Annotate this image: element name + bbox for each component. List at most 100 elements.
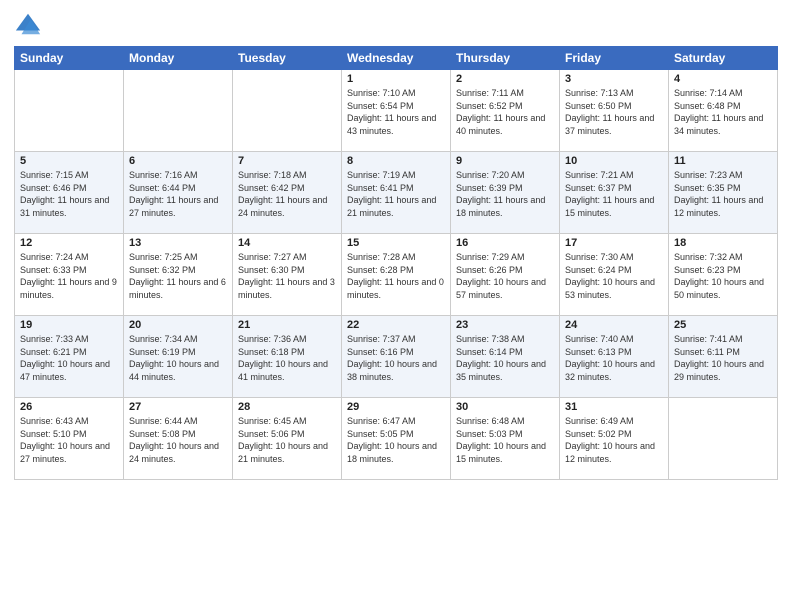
day-info: Sunrise: 6:43 AM Sunset: 5:10 PM Dayligh…: [20, 415, 118, 465]
day-number: 17: [565, 237, 663, 249]
day-number: 4: [674, 73, 772, 85]
day-cell: 25 Sunrise: 7:41 AM Sunset: 6:11 PM Dayli…: [669, 316, 778, 398]
calendar-table: SundayMondayTuesdayWednesdayThursdayFrid…: [14, 46, 778, 480]
day-info: Sunrise: 7:16 AM Sunset: 6:44 PM Dayligh…: [129, 169, 227, 219]
day-cell: 11 Sunrise: 7:23 AM Sunset: 6:35 PM Dayli…: [669, 152, 778, 234]
day-number: 11: [674, 155, 772, 167]
day-cell: 1 Sunrise: 7:10 AM Sunset: 6:54 PM Daylig…: [342, 70, 451, 152]
day-cell: 24 Sunrise: 7:40 AM Sunset: 6:13 PM Dayli…: [560, 316, 669, 398]
day-info: Sunrise: 7:27 AM Sunset: 6:30 PM Dayligh…: [238, 251, 336, 301]
day-cell: 14 Sunrise: 7:27 AM Sunset: 6:30 PM Dayli…: [233, 234, 342, 316]
day-info: Sunrise: 7:23 AM Sunset: 6:35 PM Dayligh…: [674, 169, 772, 219]
day-info: Sunrise: 7:30 AM Sunset: 6:24 PM Dayligh…: [565, 251, 663, 301]
day-cell: [233, 70, 342, 152]
day-number: 21: [238, 319, 336, 331]
day-number: 31: [565, 401, 663, 413]
week-row: 19Sunrise: 7:33 AM Sunset: 6:21 PM Dayli…: [15, 316, 778, 398]
week-row: 12 Sunrise: 7:24 AM Sunset: 6:33 PM Dayli…: [15, 234, 778, 316]
day-cell: 30Sunrise: 6:48 AM Sunset: 5:03 PM Dayli…: [451, 398, 560, 480]
day-number: 12: [20, 237, 118, 249]
day-number: 5: [20, 155, 118, 167]
day-number: 2: [456, 73, 554, 85]
day-cell: 27 Sunrise: 6:44 AM Sunset: 5:08 PM Dayli…: [124, 398, 233, 480]
day-number: 7: [238, 155, 336, 167]
day-number: 13: [129, 237, 227, 249]
header-day: Monday: [124, 47, 233, 70]
day-cell: 31 Sunrise: 6:49 AM Sunset: 5:02 PM Dayli…: [560, 398, 669, 480]
day-info: Sunrise: 6:47 AM Sunset: 5:05 PM Dayligh…: [347, 415, 445, 465]
day-info: Sunrise: 7:14 AM Sunset: 6:48 PM Dayligh…: [674, 87, 772, 137]
day-info: Sunrise: 7:36 AM Sunset: 6:18 PM Dayligh…: [238, 333, 336, 383]
day-info: Sunrise: 7:20 AM Sunset: 6:39 PM Dayligh…: [456, 169, 554, 219]
day-info: Sunrise: 7:18 AM Sunset: 6:42 PM Dayligh…: [238, 169, 336, 219]
page: SundayMondayTuesdayWednesdayThursdayFrid…: [0, 0, 792, 612]
day-cell: 7 Sunrise: 7:18 AM Sunset: 6:42 PM Daylig…: [233, 152, 342, 234]
day-info: Sunrise: 7:24 AM Sunset: 6:33 PM Dayligh…: [20, 251, 118, 301]
day-number: 6: [129, 155, 227, 167]
day-cell: 6 Sunrise: 7:16 AM Sunset: 6:44 PM Daylig…: [124, 152, 233, 234]
day-number: 28: [238, 401, 336, 413]
header-day: Thursday: [451, 47, 560, 70]
day-cell: 26 Sunrise: 6:43 AM Sunset: 5:10 PM Dayli…: [15, 398, 124, 480]
day-number: 27: [129, 401, 227, 413]
day-number: 1: [347, 73, 445, 85]
day-info: Sunrise: 7:34 AM Sunset: 6:19 PM Dayligh…: [129, 333, 227, 383]
header: [14, 10, 778, 38]
day-info: Sunrise: 6:45 AM Sunset: 5:06 PM Dayligh…: [238, 415, 336, 465]
day-cell: 28 Sunrise: 6:45 AM Sunset: 5:06 PM Dayli…: [233, 398, 342, 480]
day-info: Sunrise: 7:15 AM Sunset: 6:46 PM Dayligh…: [20, 169, 118, 219]
logo-icon: [14, 10, 42, 38]
day-cell: 9 Sunrise: 7:20 AM Sunset: 6:39 PM Daylig…: [451, 152, 560, 234]
day-cell: 20 Sunrise: 7:34 AM Sunset: 6:19 PM Dayli…: [124, 316, 233, 398]
header-day: Wednesday: [342, 47, 451, 70]
day-number: 8: [347, 155, 445, 167]
header-day: Friday: [560, 47, 669, 70]
day-cell: 22Sunrise: 7:37 AM Sunset: 6:16 PM Dayli…: [342, 316, 451, 398]
day-info: Sunrise: 7:28 AM Sunset: 6:28 PM Dayligh…: [347, 251, 445, 301]
day-info: Sunrise: 6:44 AM Sunset: 5:08 PM Dayligh…: [129, 415, 227, 465]
week-row: 26 Sunrise: 6:43 AM Sunset: 5:10 PM Dayli…: [15, 398, 778, 480]
day-cell: 5 Sunrise: 7:15 AM Sunset: 6:46 PM Daylig…: [15, 152, 124, 234]
day-info: Sunrise: 7:13 AM Sunset: 6:50 PM Dayligh…: [565, 87, 663, 137]
day-number: 25: [674, 319, 772, 331]
day-cell: [15, 70, 124, 152]
day-cell: 21 Sunrise: 7:36 AM Sunset: 6:18 PM Dayli…: [233, 316, 342, 398]
day-number: 30: [456, 401, 554, 413]
day-cell: [124, 70, 233, 152]
day-number: 9: [456, 155, 554, 167]
logo: [14, 10, 46, 38]
day-cell: 19Sunrise: 7:33 AM Sunset: 6:21 PM Dayli…: [15, 316, 124, 398]
day-info: Sunrise: 7:38 AM Sunset: 6:14 PM Dayligh…: [456, 333, 554, 383]
day-number: 29: [347, 401, 445, 413]
day-info: Sunrise: 7:10 AM Sunset: 6:54 PM Dayligh…: [347, 87, 445, 137]
day-cell: 10Sunrise: 7:21 AM Sunset: 6:37 PM Dayli…: [560, 152, 669, 234]
day-number: 20: [129, 319, 227, 331]
day-number: 14: [238, 237, 336, 249]
day-number: 3: [565, 73, 663, 85]
day-info: Sunrise: 7:29 AM Sunset: 6:26 PM Dayligh…: [456, 251, 554, 301]
day-info: Sunrise: 7:37 AM Sunset: 6:16 PM Dayligh…: [347, 333, 445, 383]
day-number: 19: [20, 319, 118, 331]
day-number: 18: [674, 237, 772, 249]
day-info: Sunrise: 7:32 AM Sunset: 6:23 PM Dayligh…: [674, 251, 772, 301]
day-cell: 23 Sunrise: 7:38 AM Sunset: 6:14 PM Dayli…: [451, 316, 560, 398]
day-number: 10: [565, 155, 663, 167]
day-number: 24: [565, 319, 663, 331]
day-info: Sunrise: 7:25 AM Sunset: 6:32 PM Dayligh…: [129, 251, 227, 301]
header-day: Tuesday: [233, 47, 342, 70]
day-cell: 4 Sunrise: 7:14 AM Sunset: 6:48 PM Daylig…: [669, 70, 778, 152]
day-cell: 15Sunrise: 7:28 AM Sunset: 6:28 PM Dayli…: [342, 234, 451, 316]
day-number: 26: [20, 401, 118, 413]
day-cell: 12 Sunrise: 7:24 AM Sunset: 6:33 PM Dayli…: [15, 234, 124, 316]
day-info: Sunrise: 7:41 AM Sunset: 6:11 PM Dayligh…: [674, 333, 772, 383]
week-row: 1 Sunrise: 7:10 AM Sunset: 6:54 PM Daylig…: [15, 70, 778, 152]
day-cell: 3 Sunrise: 7:13 AM Sunset: 6:50 PM Daylig…: [560, 70, 669, 152]
day-cell: 17 Sunrise: 7:30 AM Sunset: 6:24 PM Dayli…: [560, 234, 669, 316]
header-row: SundayMondayTuesdayWednesdayThursdayFrid…: [15, 47, 778, 70]
day-cell: 2Sunrise: 7:11 AM Sunset: 6:52 PM Daylig…: [451, 70, 560, 152]
day-info: Sunrise: 7:40 AM Sunset: 6:13 PM Dayligh…: [565, 333, 663, 383]
day-info: Sunrise: 6:49 AM Sunset: 5:02 PM Dayligh…: [565, 415, 663, 465]
day-number: 23: [456, 319, 554, 331]
week-row: 5 Sunrise: 7:15 AM Sunset: 6:46 PM Daylig…: [15, 152, 778, 234]
day-info: Sunrise: 7:19 AM Sunset: 6:41 PM Dayligh…: [347, 169, 445, 219]
